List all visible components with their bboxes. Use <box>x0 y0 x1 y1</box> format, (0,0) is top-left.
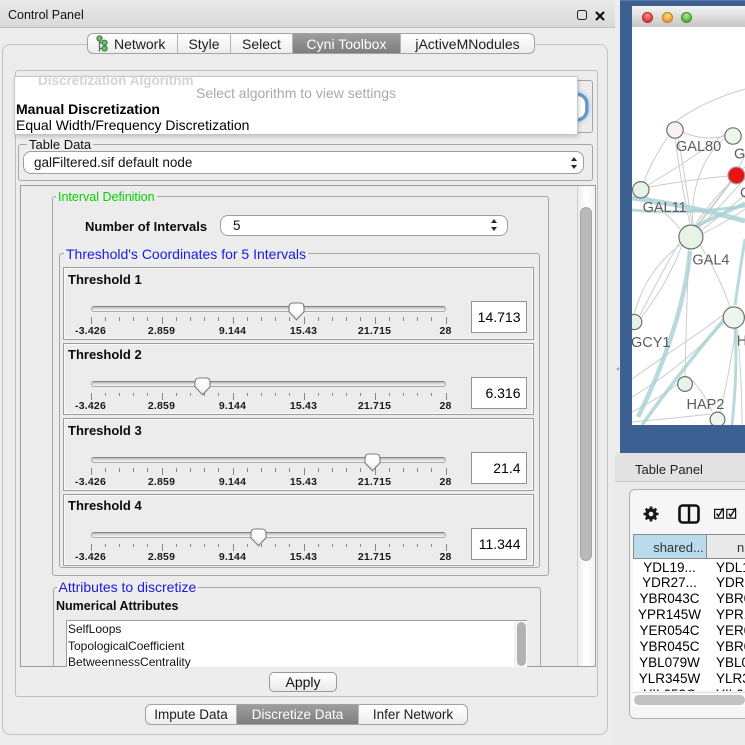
svg-text:H: H <box>737 334 745 350</box>
svg-text:C: C <box>740 186 745 202</box>
svg-text:HAP2: HAP2 <box>687 397 725 413</box>
svg-text:GCY1: GCY1 <box>632 335 671 351</box>
svg-text:GAL11: GAL11 <box>643 200 687 216</box>
svg-text:GAL4: GAL4 <box>692 252 729 268</box>
svg-text:GAL80: GAL80 <box>676 139 721 155</box>
svg-text:G.: G. <box>734 147 745 163</box>
